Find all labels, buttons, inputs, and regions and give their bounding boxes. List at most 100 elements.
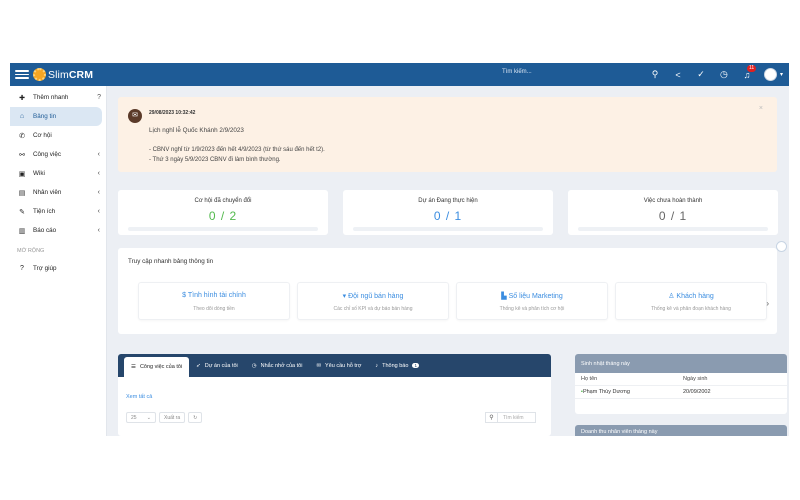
plus-circle-icon: ✚ xyxy=(19,94,25,102)
bar-chart-icon: ▙ xyxy=(501,293,507,300)
handshake-icon: ⚯ xyxy=(19,151,25,159)
sidebar-item-opportunities[interactable]: ✆ Cơ hội xyxy=(10,126,106,145)
book-icon: ▣ xyxy=(18,170,26,178)
tasks-panel: ☰ Công việc của tôi ➶ Dự án của tôi ◷ Nhắc … xyxy=(118,354,551,436)
stat-progress-bar xyxy=(578,227,768,231)
stat-card-opportunities[interactable]: Cơ hội đã chuyển đổi 0 / 2 xyxy=(118,190,328,235)
sidebar-item-label: Cơ hội xyxy=(33,132,52,139)
notification-badge: 11 xyxy=(746,64,757,72)
announcement-card: ✉ 29/08/2023 10:32:42 Lịch nghỉ lễ Quốc … xyxy=(118,97,777,172)
announcement-title: Lịch nghỉ lễ Quốc Khánh 2/9/2023 xyxy=(149,127,244,134)
question-icon[interactable]: ? xyxy=(97,94,101,101)
stat-progress-bar xyxy=(353,227,543,231)
chevron-down-icon[interactable]: ▾ xyxy=(780,71,783,78)
table-controls: 25 ⌄ Xuất ra ↻ xyxy=(126,412,203,423)
quick-access-panel: Truy cập nhanh bảng thông tin $ Tình hìn… xyxy=(118,248,777,334)
table-row: ▪Phạm Thùy Dương 20/09/2002 xyxy=(575,386,787,399)
search-icon[interactable]: ⚲ xyxy=(649,69,661,80)
sidebar-item-staff[interactable]: ▤ Nhân viên ‹ xyxy=(10,183,106,202)
table-search: ⚲ Tìm kiếm xyxy=(485,412,536,423)
see-all-link[interactable]: Xem tất cả xyxy=(126,394,152,400)
quick-add-label: Thêm nhanh xyxy=(33,94,69,101)
table-search-input[interactable]: Tìm kiếm xyxy=(498,412,536,423)
chevron-left-icon: ‹ xyxy=(97,208,100,215)
quick-card-subtitle: Thống kê và phân đoạn khách hàng xyxy=(651,306,731,312)
stat-card-tasks[interactable]: Việc chưa hoàn thành 0 / 1 xyxy=(568,190,778,235)
tab-my-tasks[interactable]: ☰ Công việc của tôi xyxy=(124,357,190,377)
cart-icon: ▾ xyxy=(342,293,347,300)
quick-card-title: Số liệu Marketing xyxy=(508,293,563,300)
home-icon: ⌂ xyxy=(19,113,25,120)
bell-icon[interactable]: ♫ 11 xyxy=(741,64,757,80)
quick-card-sales-team[interactable]: ▾ Đội ngũ bán hàng Các chỉ số KPI và dự … xyxy=(297,282,449,320)
quick-card-marketing[interactable]: ▙ Số liệu Marketing Thống kê và phân tíc… xyxy=(456,282,608,320)
stat-label: Việc chưa hoàn thành xyxy=(643,198,703,204)
stat-value: 0 / 2 xyxy=(208,209,238,223)
question-circle-icon: ? xyxy=(20,265,24,272)
stat-value: 0 / 1 xyxy=(433,209,463,223)
quick-card-customers[interactable]: ♙ Khách hàng Thống kê và phân đoạn khách… xyxy=(615,282,767,320)
share-icon[interactable]: < xyxy=(672,70,684,80)
chevron-down-icon: ⌄ xyxy=(146,414,151,421)
chevron-right-icon[interactable]: › xyxy=(766,299,769,308)
sidebar: ✚ Thêm nhanh ? ⌂ Bảng tin ✆ Cơ hội ⚯ Côn… xyxy=(10,86,107,436)
sidebar-item-wiki[interactable]: ▣ Wiki ‹ xyxy=(10,164,106,183)
refresh-icon[interactable]: ↻ xyxy=(188,412,203,423)
gear-logo-icon xyxy=(33,68,46,81)
sidebar-item-help[interactable]: ? Trợ giúp xyxy=(10,259,106,278)
stat-label: Dự án Đang thực hiện xyxy=(418,198,478,204)
sidebar-item-label: Trợ giúp xyxy=(33,265,57,272)
top-bar: SlimCRM Tìm kiếm... ⚲ < ✓ ◷ ♫ 11 ▾ xyxy=(10,63,789,86)
close-icon[interactable]: × xyxy=(759,105,763,112)
top-icons: ⚲ < ✓ ◷ ♫ 11 ▾ xyxy=(649,63,789,86)
employee-name: Phạm Thùy Dương xyxy=(582,389,630,395)
quick-access-title: Truy cập nhanh bảng thông tin xyxy=(128,258,214,265)
revenue-panel-title: Doanh thu nhân viên tháng này xyxy=(575,425,787,436)
tab-label: Thông báo xyxy=(382,362,409,369)
quick-add-button[interactable]: ✚ Thêm nhanh ? xyxy=(10,88,106,107)
search-icon[interactable]: ⚲ xyxy=(485,412,498,423)
column-header: Họ tên xyxy=(581,376,598,382)
column-header: Ngày sinh xyxy=(683,376,708,382)
stat-card-projects[interactable]: Dự án Đang thực hiện 0 / 1 xyxy=(343,190,553,235)
page-size-value: 25 xyxy=(131,414,137,421)
sidebar-item-utilities[interactable]: ✎ Tiện ích ‹ xyxy=(10,202,106,221)
chart-icon: ▥ xyxy=(18,227,26,235)
tab-label: Yêu cầu hỗ trợ xyxy=(325,362,362,369)
tab-my-reminders[interactable]: ◷ Nhắc nhở của tôi xyxy=(245,354,310,377)
tab-my-projects[interactable]: ➶ Dự án của tôi xyxy=(189,354,245,377)
id-card-icon: ▤ xyxy=(18,189,26,197)
sidebar-item-dashboard[interactable]: ⌂ Bảng tin xyxy=(10,107,102,126)
sidebar-item-label: Nhân viên xyxy=(33,189,62,196)
clock-icon[interactable]: ◷ xyxy=(718,69,730,80)
quick-card-subtitle: Theo dõi dòng tiền xyxy=(193,306,235,312)
sidebar-item-label: Công việc xyxy=(33,151,62,158)
megaphone-icon: ♪ xyxy=(375,362,379,369)
phone-icon: ✆ xyxy=(19,132,25,140)
table-header-row: Họ tên Ngày sinh xyxy=(575,373,787,386)
tab-label: Công việc của tôi xyxy=(139,364,183,370)
logo[interactable]: SlimCRM xyxy=(33,68,93,81)
menu-toggle-icon[interactable] xyxy=(15,68,29,82)
sidebar-item-reports[interactable]: ▥ Báo cáo ‹ xyxy=(10,221,106,240)
avatar[interactable] xyxy=(763,68,777,81)
page-size-select[interactable]: 25 ⌄ xyxy=(126,412,156,423)
sidebar-item-label: Báo cáo xyxy=(33,227,57,234)
rocket-icon: ➶ xyxy=(196,362,201,369)
sidebar-section-label: MỞ RỘNG xyxy=(17,248,45,254)
ticket-icon: ✉ xyxy=(316,362,322,369)
quick-card-finance[interactable]: $ Tình hình tài chính Theo dõi dòng tiền xyxy=(138,282,290,320)
chevron-left-icon: ‹ xyxy=(97,151,100,158)
floating-action-icon[interactable] xyxy=(776,241,787,252)
quick-card-title: $ Tình hình tài chính xyxy=(182,292,246,299)
tab-notifications[interactable]: ♪ Thông báo 1 xyxy=(368,354,426,377)
sidebar-item-tasks[interactable]: ⚯ Công việc ‹ xyxy=(10,145,106,164)
birthdays-panel: Sinh nhật tháng này Họ tên Ngày sinh ▪Ph… xyxy=(575,354,787,414)
quick-card-title: Đội ngũ bán hàng xyxy=(348,293,404,300)
announcement-line: - CBNV nghỉ từ 1/9/2023 đến hết 4/9/2023… xyxy=(149,147,325,153)
export-button[interactable]: Xuất ra xyxy=(159,412,186,423)
check-icon[interactable]: ✓ xyxy=(695,69,707,80)
tab-support-requests[interactable]: ✉ Yêu cầu hỗ trợ xyxy=(309,354,368,377)
global-search-input[interactable]: Tìm kiếm... xyxy=(502,69,532,75)
quick-card-subtitle: Thống kê và phân tích cơ hội xyxy=(499,306,565,312)
